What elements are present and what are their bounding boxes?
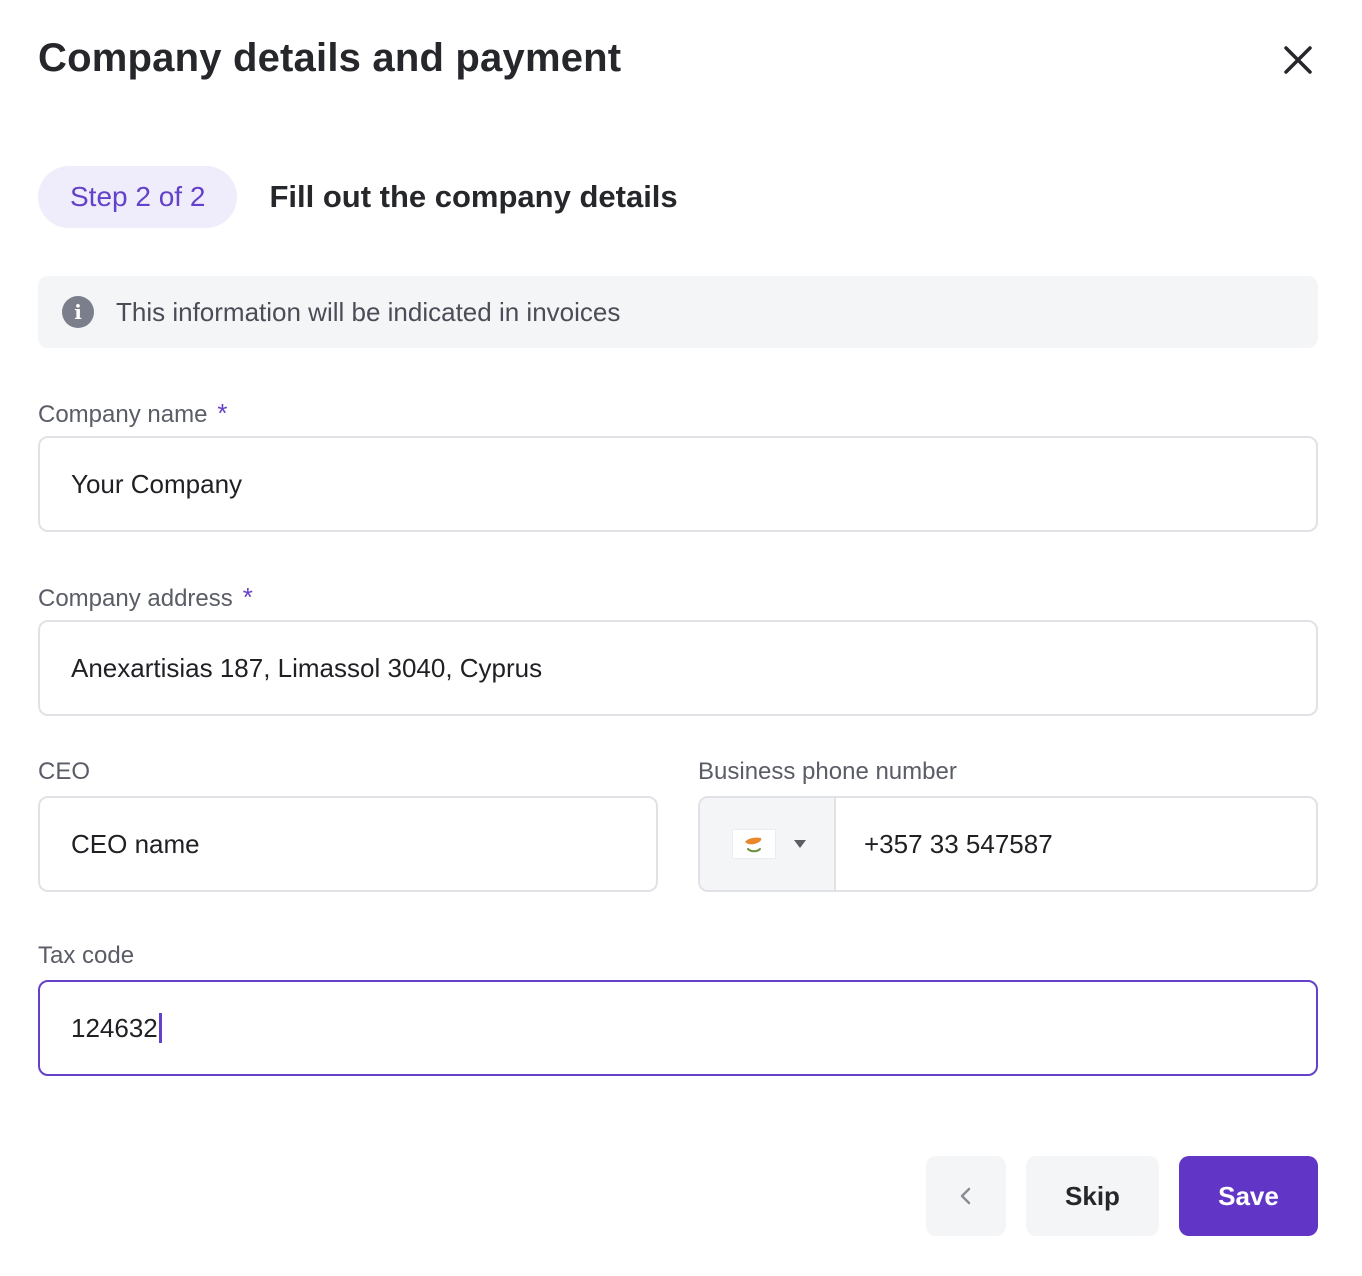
required-mark: * — [217, 398, 228, 428]
required-mark: * — [242, 582, 253, 612]
chevron-left-icon — [960, 1187, 971, 1205]
phone-label: Business phone number — [698, 758, 957, 785]
phone-number-value: +357 33 547587 — [864, 828, 1053, 859]
company-address-value: Anexartisias 187, Limassol 3040, Cyprus — [71, 652, 543, 683]
back-button[interactable] — [926, 1156, 1006, 1236]
info-text: This information will be indicated in in… — [116, 296, 621, 327]
dialog-title: Company details and payment — [38, 36, 622, 80]
step-heading: Fill out the company details — [269, 179, 678, 214]
tax-code-label: Tax code — [38, 942, 135, 969]
tax-code-value: 124632 — [71, 1012, 158, 1043]
step-row: Step 2 of 2 Fill out the company details — [38, 166, 678, 228]
ceo-input[interactable]: CEO name — [38, 796, 658, 892]
phone-number-input[interactable]: +357 33 547587 — [836, 798, 1316, 890]
company-address-input[interactable]: Anexartisias 187, Limassol 3040, Cyprus — [38, 620, 1318, 716]
tax-code-input[interactable]: 124632 — [38, 980, 1318, 1076]
close-button[interactable] — [1276, 38, 1320, 82]
country-code-selector[interactable] — [700, 798, 836, 890]
step-indicator: Step 2 of 2 — [38, 166, 238, 228]
ceo-placeholder: CEO name — [71, 828, 200, 859]
info-banner: i This information will be indicated in … — [38, 276, 1318, 348]
company-name-label: Company name * — [38, 398, 228, 429]
phone-input-group: +357 33 547587 — [698, 796, 1318, 892]
company-name-input[interactable]: Your Company — [38, 436, 1318, 532]
cyprus-flag-icon — [732, 829, 776, 859]
cyprus-flag-shape — [745, 837, 762, 853]
company-name-value: Your Company — [71, 468, 243, 499]
close-icon — [1284, 46, 1312, 74]
save-button[interactable]: Save — [1179, 1156, 1318, 1236]
chevron-down-icon — [794, 840, 806, 848]
ceo-label: CEO — [38, 758, 91, 785]
skip-button[interactable]: Skip — [1026, 1156, 1159, 1236]
company-address-label: Company address * — [38, 582, 253, 613]
company-address-label-text: Company address — [38, 585, 233, 612]
company-name-label-text: Company name — [38, 401, 208, 428]
info-icon: i — [62, 296, 94, 328]
text-cursor — [158, 1013, 162, 1043]
company-details-dialog: Company details and payment Step 2 of 2 … — [0, 0, 1362, 1276]
